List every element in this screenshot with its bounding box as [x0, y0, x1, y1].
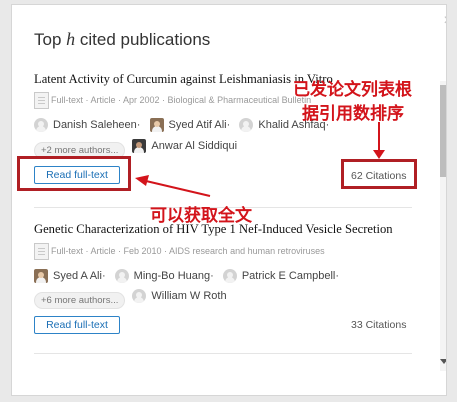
author-sep: · — [210, 270, 214, 282]
annotation-sorted-by-citations-line1: 已发论文列表根 — [293, 80, 412, 100]
divider — [34, 353, 412, 354]
author-name: Syed Atif Ali — [168, 119, 227, 131]
author-list: Syed A Ali · Ming-Bo Huang · Patrick E C… — [34, 269, 345, 286]
author-item[interactable]: Anwar Al Siddiqui — [132, 139, 237, 153]
annotation-sorted-by-citations-line2: 据引用数排序 — [302, 104, 404, 124]
avatar-icon — [239, 118, 254, 132]
avatar-icon — [222, 269, 237, 283]
dialog-title: Top h cited publications — [34, 29, 210, 50]
more-authors-button[interactable]: +6 more authors... — [34, 292, 126, 309]
publication-title-link[interactable]: Latent Activity of Curcumin against Leis… — [34, 72, 333, 87]
annotation-get-full-text: 可以获取全文 — [150, 206, 252, 226]
avatar-photo — [132, 139, 147, 153]
author-item[interactable]: William W Roth — [132, 289, 227, 303]
author-sep: · — [335, 270, 340, 282]
author-name: Ming-Bo Huang — [133, 270, 211, 282]
publication-meta-text: Full-text · Article · Feb 2010 · AIDS re… — [51, 246, 325, 256]
author-name: Danish Saleheen — [53, 119, 137, 131]
author-item[interactable]: Syed A Ali · — [34, 269, 106, 283]
avatar-icon — [114, 269, 129, 283]
avatar-photo — [34, 269, 48, 283]
author-list: Danish Saleheen · Syed Atif Ali · Khalid… — [34, 118, 335, 135]
highlight-box-read — [17, 156, 131, 191]
author-name: Syed A Ali — [53, 270, 102, 282]
title-prefix: Top — [34, 30, 67, 49]
read-full-text-button[interactable]: Read full-text — [34, 316, 120, 334]
scrollbar[interactable] — [440, 81, 446, 371]
highlight-box-citations — [341, 159, 417, 189]
author-list-row2: +6 more authors... William W Roth — [34, 289, 233, 309]
citation-count: 33 Citations — [351, 319, 407, 331]
author-sep: · — [226, 119, 231, 131]
avatar-icon — [132, 289, 147, 303]
document-icon — [34, 242, 49, 260]
publication-meta: Full-text · Article · Apr 2002 · Biologi… — [34, 91, 312, 109]
avatar-photo — [149, 118, 164, 132]
author-item[interactable]: Ming-Bo Huang · — [114, 269, 214, 283]
title-suffix: cited publications — [75, 30, 211, 49]
author-name: Anwar Al Siddiqui — [151, 140, 238, 152]
document-icon — [34, 91, 49, 109]
author-name: William W Roth — [151, 290, 227, 302]
publication-meta: Full-text · Article · Feb 2010 · AIDS re… — [34, 242, 325, 260]
author-sep: · — [101, 270, 106, 282]
publication-meta-text: Full-text · Article · Apr 2002 · Biologi… — [51, 95, 312, 105]
scrollbar-thumb[interactable] — [440, 85, 446, 177]
avatar-icon — [34, 118, 48, 132]
author-item[interactable]: Danish Saleheen · — [34, 118, 140, 132]
author-sep: · — [136, 119, 141, 131]
title-h: h — [66, 29, 76, 49]
close-icon[interactable]: × — [441, 13, 446, 29]
scroll-down-icon[interactable] — [440, 359, 446, 364]
author-item[interactable]: Patrick E Campbell · — [222, 269, 340, 283]
top-cited-dialog: × Top h cited publications Latent Activi… — [11, 4, 447, 396]
author-name: Patrick E Campbell — [241, 270, 336, 282]
author-item[interactable]: Syed Atif Ali · — [149, 118, 231, 132]
